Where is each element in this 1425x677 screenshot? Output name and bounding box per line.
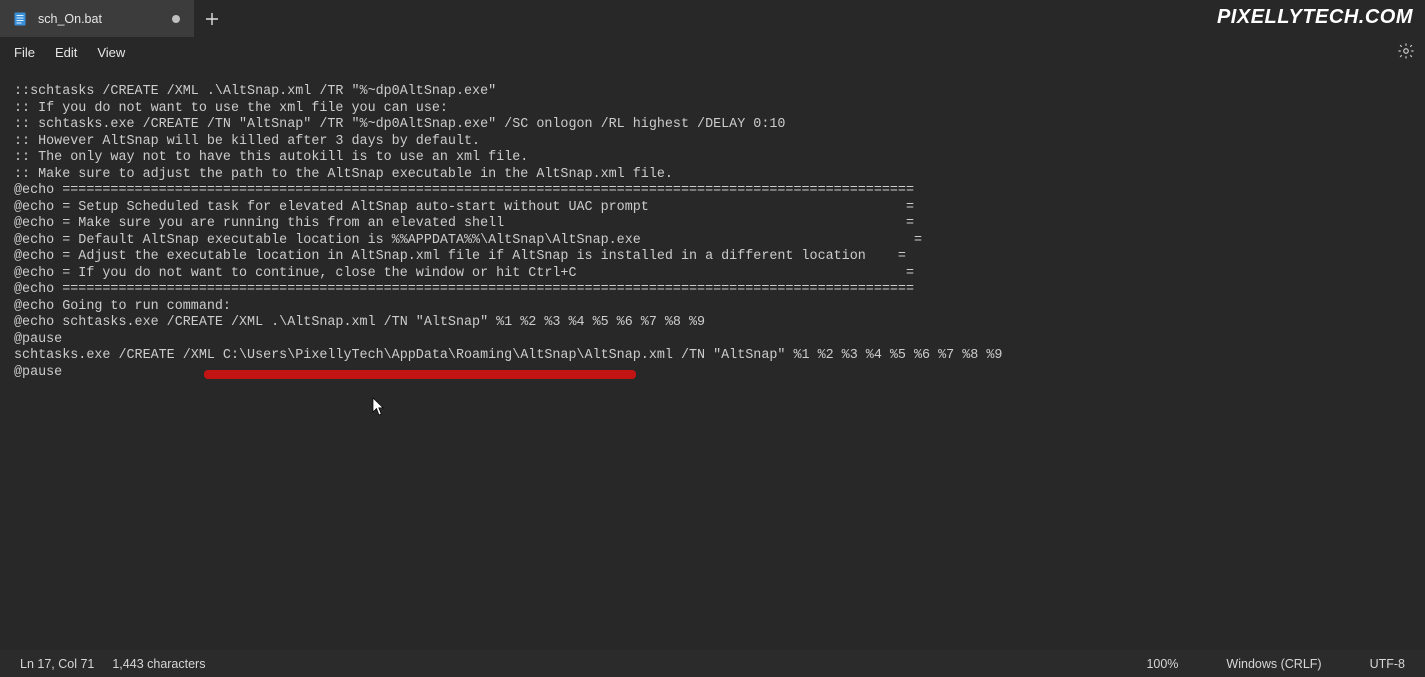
tab-sch-on-bat[interactable]: sch_On.bat — [0, 0, 194, 37]
tab-dirty-indicator[interactable] — [172, 15, 180, 23]
editor-line[interactable]: @echo Going to run command: — [14, 299, 1425, 316]
editor-line[interactable]: @echo = Setup Scheduled task for elevate… — [14, 200, 1425, 217]
editor-line[interactable]: @echo = Adjust the executable location i… — [14, 249, 1425, 266]
status-line-ending[interactable]: Windows (CRLF) — [1226, 657, 1321, 671]
new-tab-button[interactable] — [194, 0, 230, 37]
editor-line[interactable]: :: If you do not want to use the xml fil… — [14, 101, 1425, 118]
editor-line[interactable]: @echo = If you do not want to continue, … — [14, 266, 1425, 283]
mouse-cursor-icon — [372, 397, 384, 415]
editor-line[interactable]: :: The only way not to have this autokil… — [14, 150, 1425, 167]
status-char-count[interactable]: 1,443 characters — [112, 657, 205, 671]
editor-line[interactable]: @echo ==================================… — [14, 183, 1425, 200]
statusbar: Ln 17, Col 71 1,443 characters 100% Wind… — [0, 650, 1425, 677]
status-zoom[interactable]: 100% — [1146, 657, 1178, 671]
editor-line[interactable]: :: Make sure to adjust the path to the A… — [14, 167, 1425, 184]
editor-line[interactable]: @echo schtasks.exe /CREATE /XML .\AltSna… — [14, 315, 1425, 332]
tab-title: sch_On.bat — [38, 12, 102, 26]
editor[interactable]: ::schtasks /CREATE /XML .\AltSnap.xml /T… — [0, 67, 1425, 650]
titlebar: sch_On.bat — [0, 0, 1425, 37]
editor-line[interactable]: @echo ==================================… — [14, 282, 1425, 299]
editor-line[interactable]: @echo = Make sure you are running this f… — [14, 216, 1425, 233]
editor-line[interactable]: :: schtasks.exe /CREATE /TN "AltSnap" /T… — [14, 117, 1425, 134]
menubar: File Edit View — [0, 37, 1425, 67]
status-encoding[interactable]: UTF-8 — [1370, 657, 1405, 671]
annotation-highlight — [204, 370, 636, 379]
editor-line[interactable]: schtasks.exe /CREATE /XML C:\Users\Pixel… — [14, 348, 1425, 365]
file-icon — [12, 11, 28, 27]
menu-edit[interactable]: Edit — [45, 40, 87, 65]
watermark-text: PIXELLYTECH.COM — [1217, 6, 1413, 29]
status-cursor-position[interactable]: Ln 17, Col 71 — [20, 657, 94, 671]
editor-line[interactable]: :: However AltSnap will be killed after … — [14, 134, 1425, 151]
editor-line[interactable]: @pause — [14, 332, 1425, 349]
menu-file[interactable]: File — [4, 40, 45, 65]
editor-line[interactable]: @echo = Default AltSnap executable locat… — [14, 233, 1425, 250]
editor-line[interactable]: ::schtasks /CREATE /XML .\AltSnap.xml /T… — [14, 84, 1425, 101]
menu-view[interactable]: View — [87, 40, 135, 65]
settings-gear-icon[interactable] — [1397, 42, 1415, 60]
